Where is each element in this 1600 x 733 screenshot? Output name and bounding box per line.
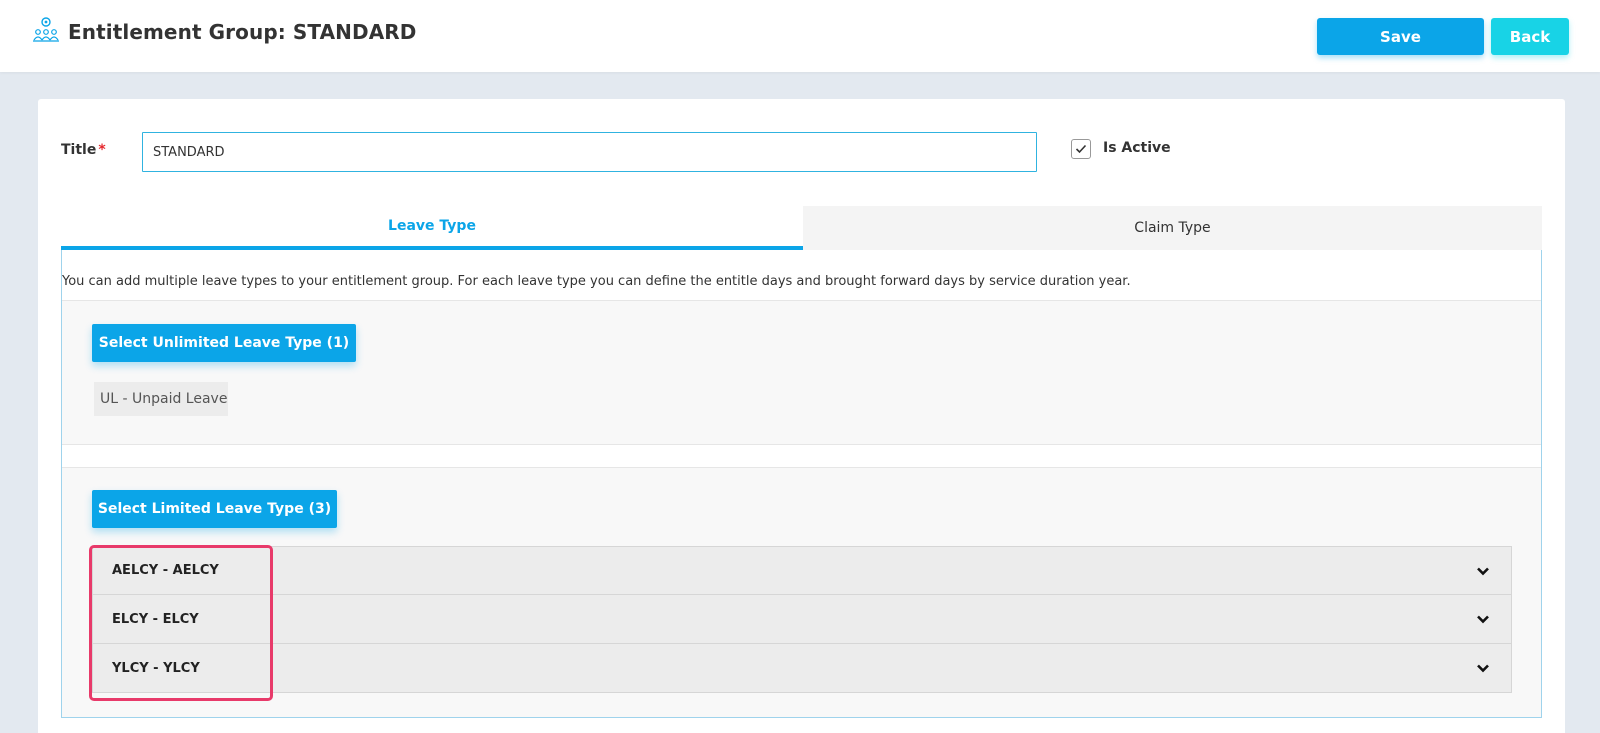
select-limited-leave-type-button[interactable]: Select Limited Leave Type (3) xyxy=(92,490,337,528)
select-unlimited-leave-type-button[interactable]: Select Unlimited Leave Type (1) xyxy=(92,324,356,362)
leave-row-label: AELCY - AELCY xyxy=(112,563,219,578)
tab-leave-type[interactable]: Leave Type xyxy=(61,206,803,250)
leave-row-label: YLCY - YLCY xyxy=(112,660,200,676)
chevron-down-icon[interactable] xyxy=(1475,611,1491,627)
leave-row-label: ELCY - ELCY xyxy=(112,611,199,627)
title-label: Title * xyxy=(61,142,106,158)
is-active-label[interactable]: Is Active xyxy=(1103,140,1171,156)
group-settings-icon xyxy=(33,17,59,42)
limited-leave-row-ylcy[interactable]: YLCY - YLCY xyxy=(92,644,1512,693)
unlimited-leave-item: UL - Unpaid Leave xyxy=(94,382,228,416)
back-button[interactable]: Back xyxy=(1491,18,1569,55)
chevron-down-icon[interactable] xyxy=(1475,563,1491,579)
unlimited-leave-section xyxy=(62,300,1541,445)
is-active-checkbox[interactable] xyxy=(1071,139,1091,159)
top-bar: Entitlement Group: STANDARD Save Back xyxy=(0,0,1600,72)
save-button[interactable]: Save xyxy=(1317,18,1484,55)
leave-type-description: You can add multiple leave types to your… xyxy=(62,274,1131,289)
page-title: Entitlement Group: STANDARD xyxy=(68,20,417,44)
chevron-down-icon[interactable] xyxy=(1475,660,1491,676)
title-input[interactable] xyxy=(142,132,1037,172)
required-marker: * xyxy=(98,142,106,158)
tab-claim-type[interactable]: Claim Type xyxy=(803,206,1542,250)
checkmark-icon xyxy=(1075,144,1087,154)
limited-leave-row-aelcy[interactable]: AELCY - AELCY xyxy=(92,546,1512,595)
limited-leave-row-elcy[interactable]: ELCY - ELCY xyxy=(92,595,1512,644)
